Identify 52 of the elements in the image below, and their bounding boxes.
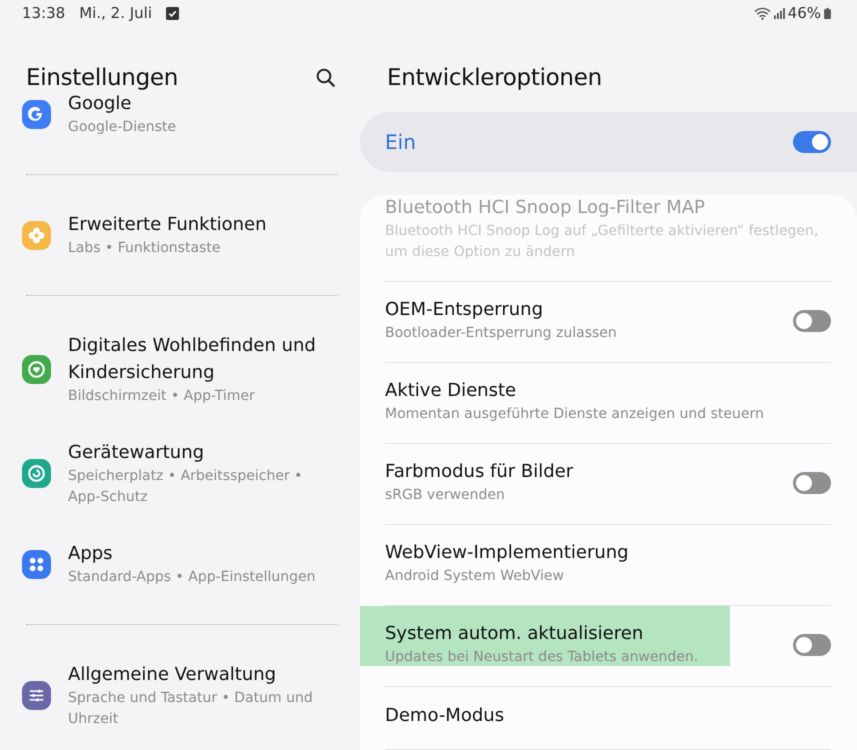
item-title: Digitales Wohlbefinden und Kindersicherung bbox=[68, 334, 317, 385]
item-subtitle: Speicherplatz • Arbeitsspeicher • App-Schutz bbox=[68, 467, 304, 507]
item-title: Allgemeine Verwaltung bbox=[68, 663, 278, 687]
signal-icon bbox=[774, 8, 785, 18]
option-description: Momentan ausgeführte Dienste anzeigen und steuern bbox=[385, 405, 764, 424]
item-subtitle: Standard-Apps • App-Einstellungen bbox=[68, 568, 316, 587]
toggle-switch[interactable] bbox=[793, 472, 831, 494]
option-title: Farbmodus für Bilder bbox=[385, 460, 574, 484]
option-title: Bluetooth HCI Snoop Log-Filter MAP bbox=[385, 196, 706, 220]
option-row[interactable]: Demo-Modus bbox=[385, 687, 831, 750]
settings-category-item[interactable]: Google Google-Dienste bbox=[22, 90, 338, 138]
option-title: WebView-Implementierung bbox=[385, 541, 629, 565]
option-description: Updates bei Neustart des Tablets anwenden. bbox=[385, 648, 698, 667]
option-title: Aktive Dienste bbox=[385, 379, 518, 403]
option-title: OEM-Entsperrung bbox=[385, 298, 544, 322]
item-title: Apps bbox=[68, 542, 114, 566]
option-row[interactable]: Farbmodus für Bilder sRGB verwenden bbox=[385, 444, 831, 525]
sidebar-title: Einstellungen bbox=[26, 65, 178, 91]
option-description: Bluetooth HCI Snoop Log auf „Gefilterte aktivieren“ festlegen, um diese Option zu ändern bbox=[385, 222, 820, 262]
item-subtitle: Sprache und Tastatur • Datum und Uhrzeit bbox=[68, 689, 314, 729]
option-description: Android System WebView bbox=[385, 567, 565, 586]
settings-category-item[interactable]: Gerätewartung Speicherplatz • Arbeitsspeicher • App-Schutz bbox=[22, 439, 338, 508]
settings-category-item[interactable]: Allgemeine Verwaltung Sprache und Tastatur • Datum und Uhrzeit bbox=[22, 661, 338, 730]
settings-category-item[interactable]: Apps Standard-Apps • App-Einstellungen bbox=[22, 540, 338, 588]
option-title: System autom. aktualisieren bbox=[385, 622, 644, 646]
option-row[interactable]: System autom. aktualisieren Updates bei Neustart des Tablets anwenden. bbox=[385, 606, 831, 687]
item-title: Erweiterte Funktionen bbox=[68, 213, 267, 237]
option-row[interactable]: OEM-Entsperrung Bootloader-Entsperrung zulassen bbox=[385, 282, 831, 363]
master-switch-bar[interactable]: Ein bbox=[360, 112, 857, 172]
toggle-switch[interactable] bbox=[793, 310, 831, 332]
battery-icon bbox=[824, 8, 831, 18]
option-title: Demo-Modus bbox=[385, 704, 504, 728]
wifi-icon bbox=[754, 6, 771, 20]
toggle-switch[interactable] bbox=[793, 131, 831, 153]
option-description: Bootloader-Entsperrung zulassen bbox=[385, 324, 617, 343]
status-time: 13:38 bbox=[22, 4, 66, 22]
item-subtitle: Bildschirmzeit • App-Timer bbox=[68, 387, 256, 406]
checkbox-notification-icon bbox=[166, 6, 179, 20]
settings-category-item[interactable]: Digitales Wohlbefinden und Kindersicherung Bildschirmzeit • App-Timer bbox=[22, 332, 338, 407]
search-icon[interactable] bbox=[316, 68, 336, 88]
item-subtitle: Labs • Funktionstaste bbox=[68, 239, 222, 258]
battery-percentage: 46% bbox=[788, 4, 821, 22]
page-title: Entwickleroptionen bbox=[387, 65, 602, 91]
toggle-switch[interactable] bbox=[793, 634, 831, 656]
settings-category-item[interactable]: Erweiterte Funktionen Labs • Funktionstaste bbox=[22, 211, 338, 259]
item-title: Google bbox=[68, 92, 132, 116]
status-date: Mi., 2. Juli bbox=[79, 4, 152, 22]
option-row[interactable]: Aktive Dienste Momentan ausgeführte Dienste anzeigen und steuern bbox=[385, 363, 831, 444]
item-title: Gerätewartung bbox=[68, 441, 206, 465]
option-description: sRGB verwenden bbox=[385, 486, 506, 505]
item-subtitle: Google-Dienste bbox=[68, 118, 176, 137]
master-switch-label: Ein bbox=[385, 130, 416, 154]
